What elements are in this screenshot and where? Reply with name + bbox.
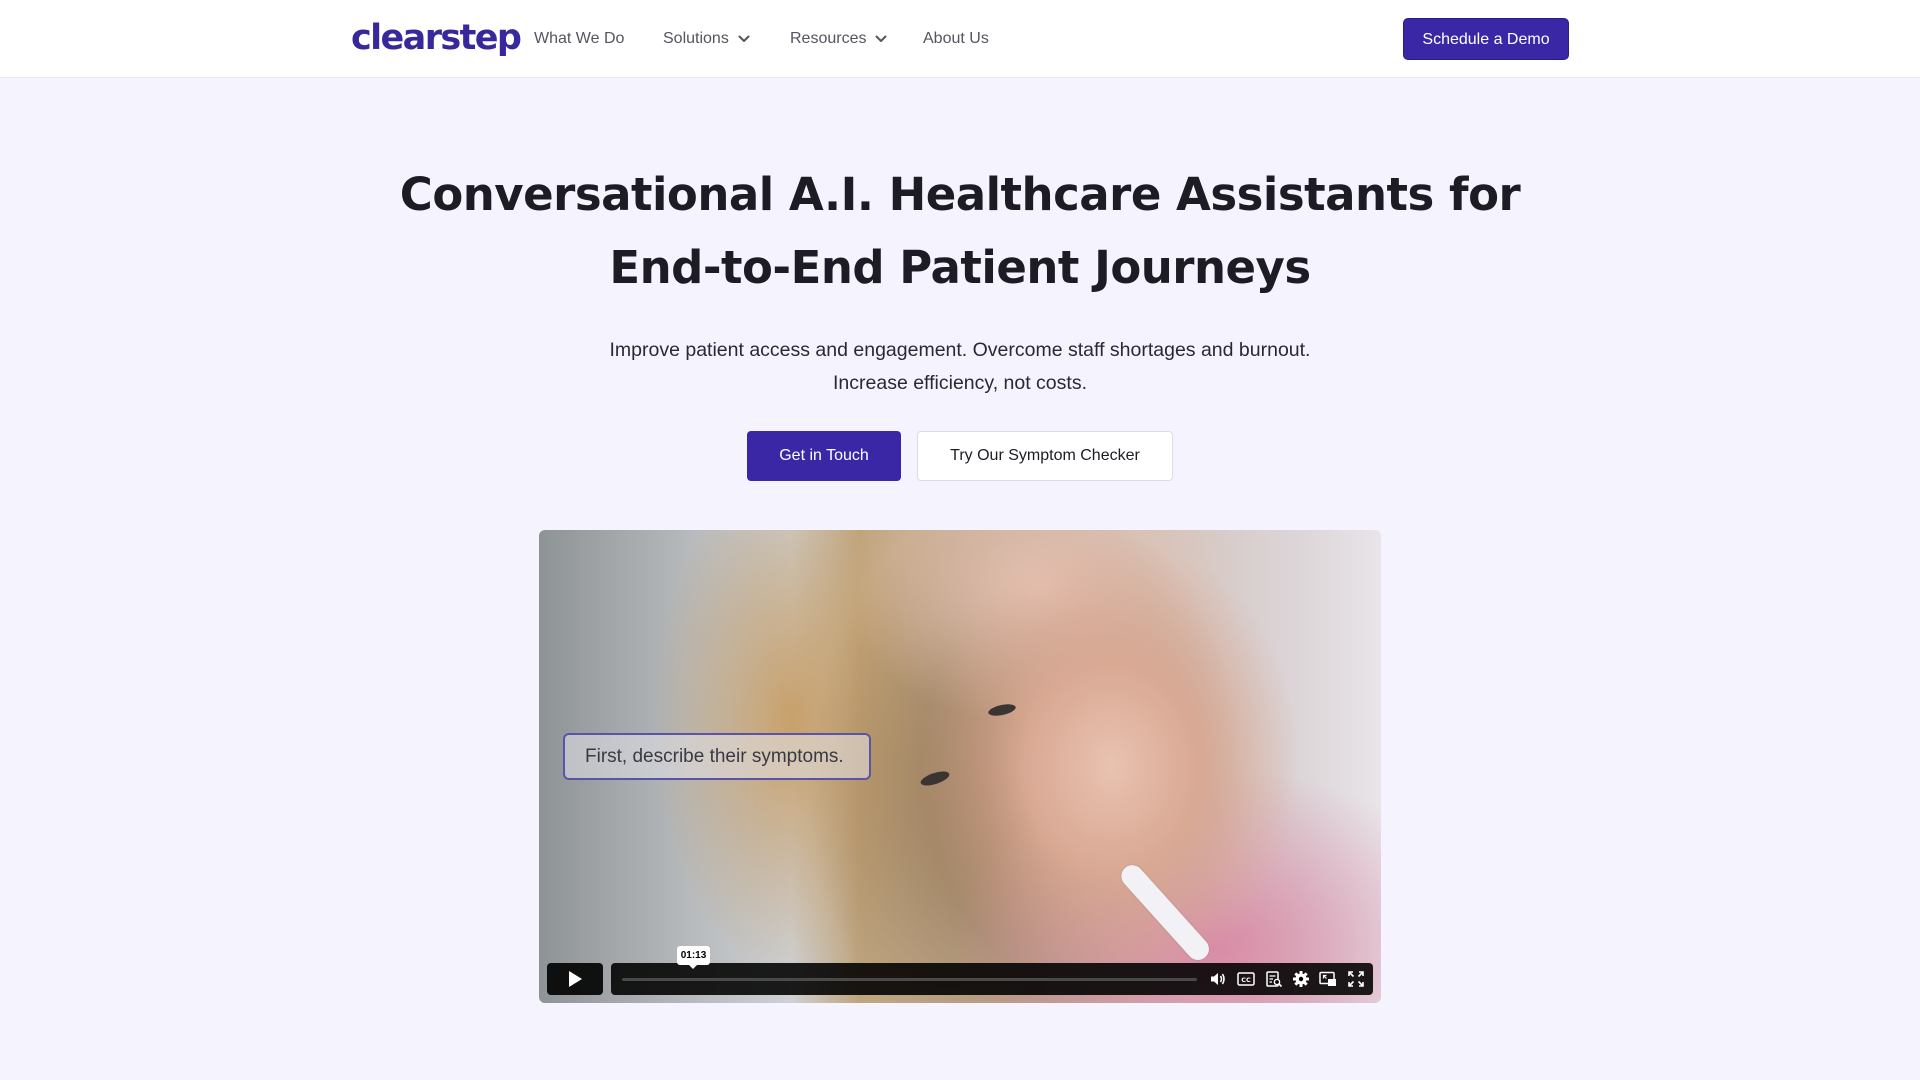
video-controls: 01:13 CC	[547, 946, 1373, 995]
hero-title-line-2: End-to-End Patient Journeys	[609, 241, 1311, 294]
hero-subtitle-line-1: Improve patient access and engagement. O…	[609, 339, 1311, 361]
svg-text:CC: CC	[1241, 976, 1251, 984]
chevron-down-icon	[875, 35, 887, 42]
hero-subtitle: Improve patient access and engagement. O…	[0, 334, 1920, 400]
settings-icon	[1293, 971, 1309, 987]
video-detail	[987, 702, 1017, 718]
control-bar: 01:13 CC	[611, 946, 1373, 995]
get-in-touch-button[interactable]: Get in Touch	[747, 431, 901, 481]
play-button[interactable]	[547, 963, 603, 995]
closed-captions-icon: CC	[1237, 972, 1255, 986]
fullscreen-button[interactable]	[1347, 970, 1365, 988]
nav-label: Resources	[790, 30, 867, 47]
hero-title: Conversational A.I. Healthcare Assistant…	[0, 158, 1920, 304]
nav-item-what-we-do[interactable]: What We Do	[534, 27, 624, 51]
settings-button[interactable]	[1292, 970, 1310, 988]
picture-in-picture-icon	[1319, 971, 1336, 986]
volume-icon	[1211, 973, 1225, 985]
nav-item-resources[interactable]: Resources	[790, 27, 888, 51]
nav-item-solutions[interactable]: Solutions	[663, 27, 751, 51]
video-detail	[919, 768, 951, 789]
hover-time-tooltip: 01:13	[677, 946, 710, 969]
site-header: clearstep What We Do Solutions Resources…	[0, 0, 1920, 78]
progress-bar[interactable]	[622, 978, 1197, 981]
transcript-button[interactable]	[1265, 970, 1283, 988]
nav-label: What We Do	[534, 30, 625, 47]
video-player[interactable]: First, describe their symptoms. 01:13 CC	[539, 530, 1381, 1003]
symptom-checker-button[interactable]: Try Our Symptom Checker	[917, 431, 1173, 481]
picture-in-picture-button[interactable]	[1319, 970, 1337, 988]
nav-item-about-us[interactable]: About Us	[923, 27, 989, 51]
chevron-down-icon	[738, 35, 750, 42]
nav-label: About Us	[923, 30, 989, 47]
video-detail	[1116, 860, 1214, 965]
schedule-demo-button[interactable]: Schedule a Demo	[1403, 18, 1569, 60]
transcript-icon	[1266, 971, 1283, 988]
hero-subtitle-line-2: Increase efficiency, not costs.	[833, 372, 1087, 394]
fullscreen-icon	[1348, 971, 1364, 987]
hero-title-line-1: Conversational A.I. Healthcare Assistant…	[399, 168, 1521, 221]
nav-label: Solutions	[663, 30, 729, 47]
play-icon	[569, 971, 582, 987]
video-caption: First, describe their symptoms.	[563, 733, 871, 780]
volume-button[interactable]	[1209, 970, 1227, 988]
clearstep-logo[interactable]: clearstep	[351, 14, 522, 62]
closed-captions-button[interactable]: CC	[1237, 970, 1255, 988]
